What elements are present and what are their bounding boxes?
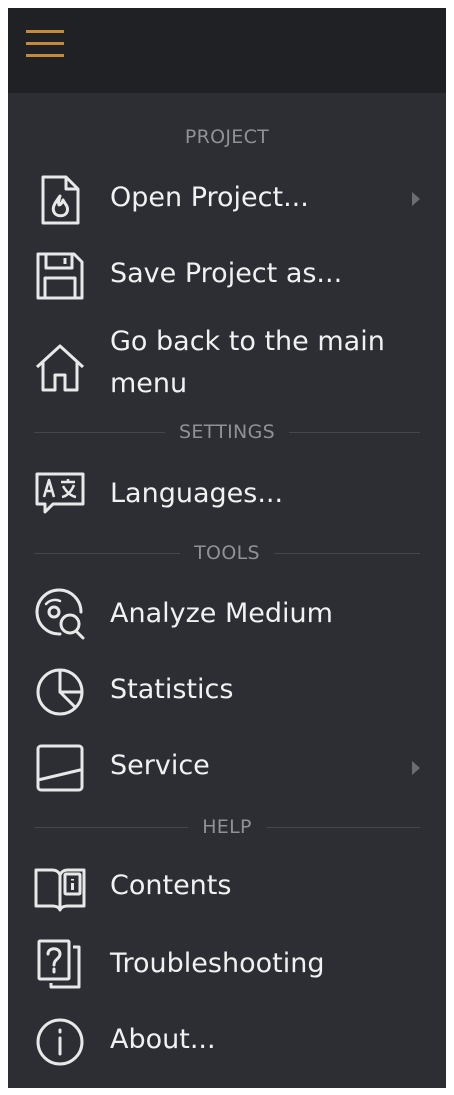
section-tools: TOOLS [8,541,446,565]
home-icon [34,342,86,394]
disc-magnifier-icon [34,588,86,640]
divider [289,432,420,433]
divider [266,827,420,828]
menu-item-statistics[interactable]: Statistics [8,664,446,720]
section-title-help: HELP [188,816,266,838]
menu-item-about[interactable]: About... [8,1014,446,1070]
main-menu-label-line1: Go back to the main [110,326,385,357]
contents-label: Contents [110,870,232,901]
menu-item-save-project[interactable]: Save Project as... [8,248,446,304]
open-project-label: Open Project... [110,182,309,213]
menu-item-open-project[interactable]: Open Project... [8,172,446,228]
analyze-medium-label: Analyze Medium [110,598,333,629]
section-title-project: PROJECT [170,126,284,148]
info-circle-icon [34,1016,86,1068]
section-help: HELP [8,815,446,839]
main-menu-label-line2: menu [110,368,188,399]
service-window-icon [34,742,86,794]
about-label: About... [110,1024,216,1055]
side-menu: PROJECT Open Project... Save Project as.… [8,8,446,1088]
menu-item-main-menu[interactable]: Go back to the main menu [8,320,446,412]
section-title-tools: TOOLS [180,542,274,564]
question-pages-icon [34,938,86,990]
submenu-arrow-icon [412,192,420,206]
menu-header [8,8,446,93]
divider [274,553,420,554]
menu-item-contents[interactable]: Contents [8,860,446,916]
troubleshooting-label: Troubleshooting [110,948,325,979]
save-project-label: Save Project as... [110,258,343,289]
menu-item-service[interactable]: Service [8,740,446,796]
section-settings: SETTINGS [8,420,446,444]
menu-item-analyze-medium[interactable]: Analyze Medium [8,586,446,644]
pie-chart-icon [34,666,86,718]
menu-item-languages[interactable]: Languages... [8,466,446,522]
translate-icon [34,468,86,520]
service-label: Service [110,750,210,781]
document-flame-icon [34,174,86,226]
section-project: PROJECT [8,125,446,149]
section-title-settings: SETTINGS [165,421,289,443]
hamburger-icon[interactable] [24,20,68,64]
languages-label: Languages... [110,478,284,509]
floppy-disk-icon [34,250,86,302]
statistics-label: Statistics [110,674,234,705]
book-info-icon [34,862,86,914]
submenu-arrow-icon [412,761,420,775]
menu-item-troubleshooting[interactable]: Troubleshooting [8,936,446,994]
